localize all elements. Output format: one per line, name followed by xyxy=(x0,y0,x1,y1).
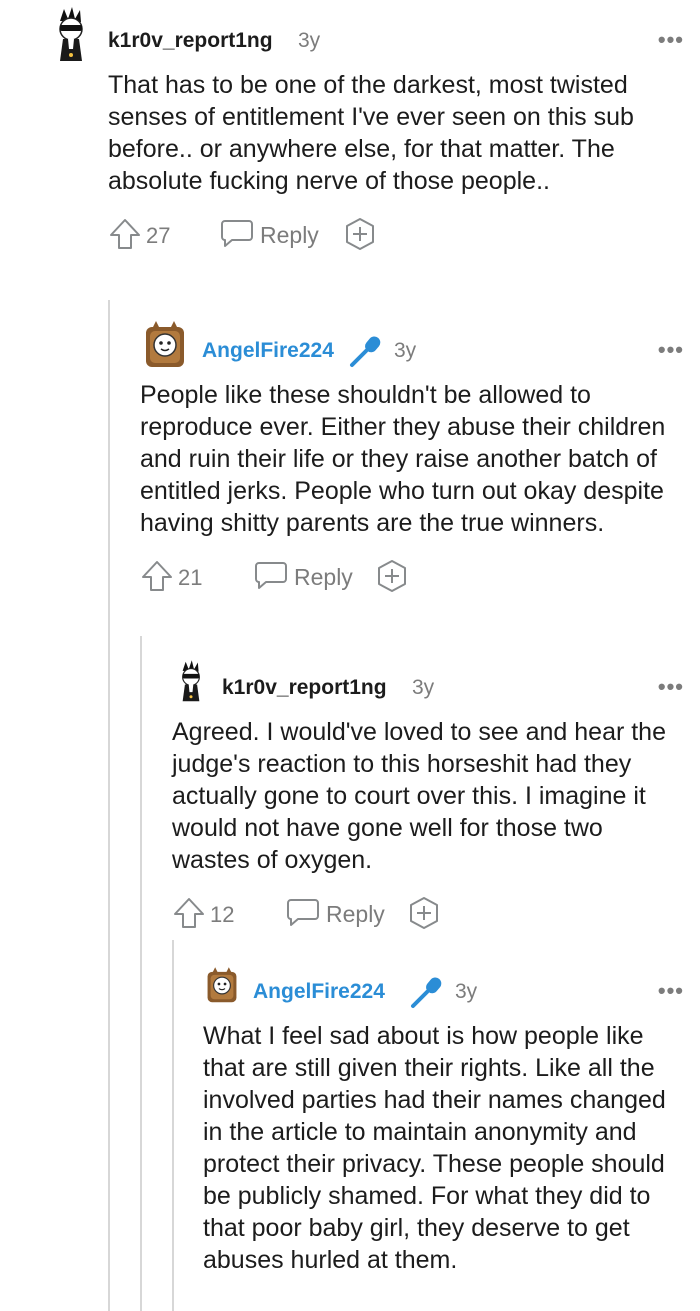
comment-author[interactable]: AngelFire224 xyxy=(253,980,385,1004)
comment-body: What I feel sad about is how people like… xyxy=(203,1022,666,1274)
upvote-arrow-icon[interactable] xyxy=(108,217,142,251)
comment-actions: 21 Reply xyxy=(140,557,700,597)
award-plus-icon[interactable] xyxy=(344,217,376,251)
more-options-button[interactable]: ••• xyxy=(658,978,684,1004)
comment-actions: 27 Reply xyxy=(108,215,700,255)
avatar[interactable] xyxy=(172,652,210,708)
more-options-button[interactable]: ••• xyxy=(658,27,684,53)
more-options-button[interactable]: ••• xyxy=(658,337,684,363)
reply-button[interactable]: Reply xyxy=(294,564,353,591)
microphone-icon xyxy=(350,336,381,367)
comment-time: 3y xyxy=(412,676,435,699)
award-plus-icon[interactable] xyxy=(408,896,440,930)
thread-line-level-1[interactable] xyxy=(108,300,110,1311)
avatar[interactable] xyxy=(203,956,241,1012)
comment-time: 3y xyxy=(455,980,478,1003)
reply-button[interactable]: Reply xyxy=(260,222,319,249)
chat-bubble-icon[interactable] xyxy=(220,218,254,248)
vote-count: 12 xyxy=(210,902,235,927)
more-options-button[interactable]: ••• xyxy=(658,674,684,700)
upvote-arrow-icon[interactable] xyxy=(172,896,206,930)
reply-button[interactable]: Reply xyxy=(326,901,385,928)
comment-actions: 12 Reply xyxy=(172,894,700,934)
avatar[interactable] xyxy=(46,5,96,61)
comment-body: People like these shouldn't be allowed t… xyxy=(140,381,666,537)
comment: AngelFire224 3y ••• What I feel sad abou… xyxy=(203,956,700,1276)
comment-time: 3y xyxy=(298,29,321,52)
chat-bubble-icon[interactable] xyxy=(254,560,288,590)
thread-line-level-2[interactable] xyxy=(140,636,142,1311)
comment-body: That has to be one of the darkest, most … xyxy=(108,71,634,195)
thread-line-level-3[interactable] xyxy=(172,940,174,1311)
award-plus-icon[interactable] xyxy=(376,559,408,593)
comment-time: 3y xyxy=(394,339,417,362)
vote-count: 27 xyxy=(146,223,171,248)
comment-author[interactable]: k1r0v_report1ng xyxy=(108,29,273,53)
upvote-arrow-icon[interactable] xyxy=(140,559,174,593)
comment-body: Agreed. I would've loved to see and hear… xyxy=(172,718,666,874)
chat-bubble-icon[interactable] xyxy=(286,897,320,927)
vote-count: 21 xyxy=(178,565,203,590)
comment-author[interactable]: k1r0v_report1ng xyxy=(222,676,387,700)
comment: k1r0v_report1ng 3y ••• That has to be on… xyxy=(46,5,700,255)
avatar[interactable] xyxy=(140,315,190,371)
microphone-icon xyxy=(411,977,442,1008)
comment: k1r0v_report1ng 3y ••• Agreed. I would'v… xyxy=(172,652,700,934)
comment: AngelFire224 3y ••• People like these sh… xyxy=(140,315,700,597)
comment-author[interactable]: AngelFire224 xyxy=(202,339,334,363)
